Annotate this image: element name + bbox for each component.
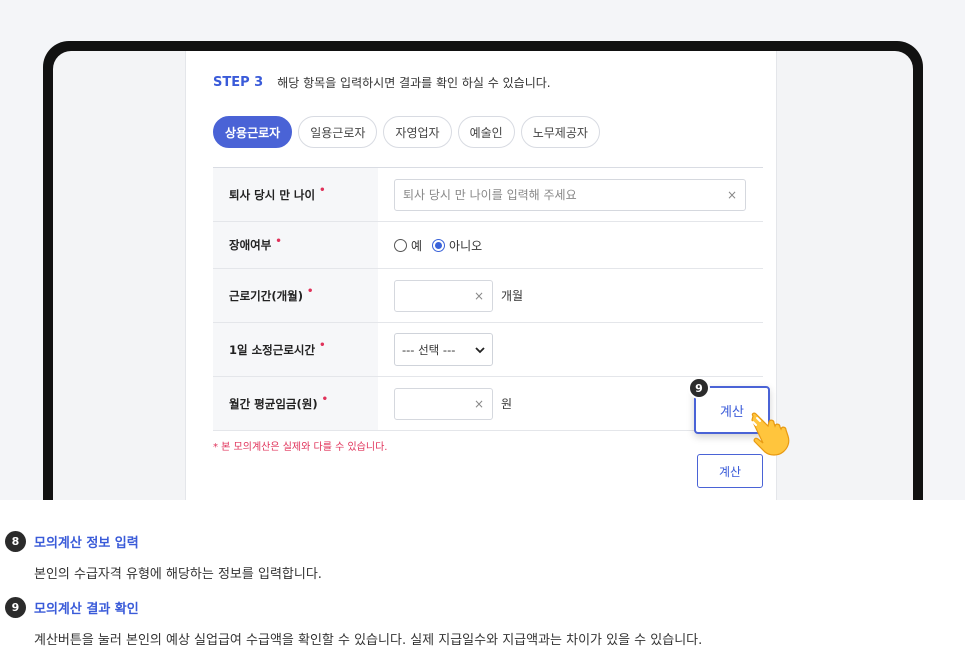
- age-label-text: 퇴사 당시 만 나이: [229, 187, 316, 202]
- disability-value-cell: 예 아니오: [378, 222, 763, 268]
- radio-checked-icon[interactable]: [432, 238, 446, 252]
- wage-label: 월간 평균임금(원) •: [213, 377, 378, 430]
- period-value-cell: × 개월: [378, 269, 763, 322]
- disability-yes-option[interactable]: 예: [394, 237, 422, 254]
- age-value-cell: 퇴사 당시 만 나이를 입력해 주세요 ×: [378, 168, 763, 221]
- form-row-disability: 장애여부 • 예 아니오: [213, 222, 763, 269]
- disability-no-label: 아니오: [449, 238, 483, 253]
- step-label: STEP 3: [213, 75, 264, 90]
- hours-label-text: 1일 소정근로시간: [229, 342, 316, 357]
- guide-item-9: 9 모의계산 결과 확인: [5, 597, 139, 618]
- wage-label-text: 월간 평균임금(원): [229, 396, 318, 411]
- period-unit: 개월: [501, 289, 524, 303]
- period-label-text: 근로기간(개월): [229, 288, 303, 303]
- form-row-age: 퇴사 당시 만 나이 • 퇴사 당시 만 나이를 입력해 주세요 ×: [213, 168, 763, 222]
- step-badge-9: 9: [688, 377, 710, 399]
- guide-title: 모의계산 결과 확인: [34, 602, 139, 617]
- required-mark: •: [319, 185, 326, 196]
- guide-description: 계산버튼을 눌러 본인의 예상 실업급여 수급액을 확인할 수 있습니다. 실제…: [34, 633, 703, 648]
- disability-label: 장애여부 •: [213, 222, 378, 268]
- required-mark: •: [319, 340, 326, 351]
- pointing-hand-icon: [751, 412, 790, 456]
- required-mark: •: [307, 286, 314, 297]
- guide-title: 모의계산 정보 입력: [34, 536, 139, 551]
- disability-label-text: 장애여부: [229, 238, 272, 252]
- calculation-form: 퇴사 당시 만 나이 • 퇴사 당시 만 나이를 입력해 주세요 × 장애여부 …: [213, 167, 763, 431]
- period-label: 근로기간(개월) •: [213, 269, 378, 322]
- hours-select[interactable]: --- 선택 ---: [394, 333, 493, 366]
- step-badge-8: 8: [5, 531, 26, 552]
- required-mark: •: [275, 235, 282, 247]
- clear-x-icon[interactable]: ×: [474, 289, 484, 303]
- screenshot-area: STEP 3 해당 항목을 입력하시면 결과를 확인 하실 수 있습니다. 상용…: [0, 0, 965, 500]
- wage-input[interactable]: ×: [394, 387, 493, 420]
- age-input[interactable]: 퇴사 당시 만 나이를 입력해 주세요 ×: [394, 178, 746, 211]
- age-label: 퇴사 당시 만 나이 •: [213, 168, 378, 221]
- disability-no-option[interactable]: 아니오: [432, 237, 482, 254]
- required-mark: •: [321, 394, 328, 405]
- calculate-button[interactable]: 계산: [697, 454, 763, 488]
- period-input[interactable]: ×: [394, 279, 493, 312]
- clear-x-icon[interactable]: ×: [474, 397, 484, 411]
- disability-yes-label: 예: [411, 238, 423, 253]
- tab-regular-worker[interactable]: 상용근로자: [213, 116, 293, 148]
- step-badge-9: 9: [5, 597, 26, 618]
- chevron-down-icon: [475, 346, 485, 353]
- hours-select-value: --- 선택 ---: [402, 342, 456, 357]
- age-input-placeholder: 퇴사 당시 만 나이를 입력해 주세요: [403, 188, 577, 202]
- guide-description: 본인의 수급자격 유형에 해당하는 정보를 입력합니다.: [34, 567, 322, 582]
- tab-self-employed[interactable]: 자영업자: [383, 116, 452, 148]
- wage-unit: 원: [501, 397, 513, 411]
- worker-type-tabs: 상용근로자 일용근로자 자영업자 예술인 노무제공자: [213, 116, 600, 148]
- hours-value-cell: --- 선택 ---: [378, 323, 763, 376]
- tab-labor-provider[interactable]: 노무제공자: [520, 116, 600, 148]
- form-row-wage: 월간 평균임금(원) • × 원: [213, 377, 763, 431]
- step-description: 해당 항목을 입력하시면 결과를 확인 하실 수 있습니다.: [277, 76, 551, 90]
- disclaimer-note: * 본 모의계산은 실제와 다를 수 있습니다.: [213, 442, 388, 453]
- radio-icon[interactable]: [394, 238, 407, 252]
- hours-label: 1일 소정근로시간 •: [213, 323, 378, 376]
- step-header: STEP 3 해당 항목을 입력하시면 결과를 확인 하실 수 있습니다.: [213, 74, 551, 91]
- tab-artist[interactable]: 예술인: [457, 116, 515, 148]
- form-row-period: 근로기간(개월) • × 개월: [213, 269, 763, 323]
- form-row-hours: 1일 소정근로시간 • --- 선택 ---: [213, 323, 763, 377]
- tab-daily-worker[interactable]: 일용근로자: [298, 116, 378, 148]
- guide-section: 8 모의계산 정보 입력 본인의 수급자격 유형에 해당하는 정보를 입력합니다…: [0, 500, 965, 659]
- guide-item-8: 8 모의계산 정보 입력: [5, 531, 139, 552]
- clear-x-icon[interactable]: ×: [727, 188, 737, 202]
- calculator-panel: STEP 3 해당 항목을 입력하시면 결과를 확인 하실 수 있습니다. 상용…: [185, 51, 777, 500]
